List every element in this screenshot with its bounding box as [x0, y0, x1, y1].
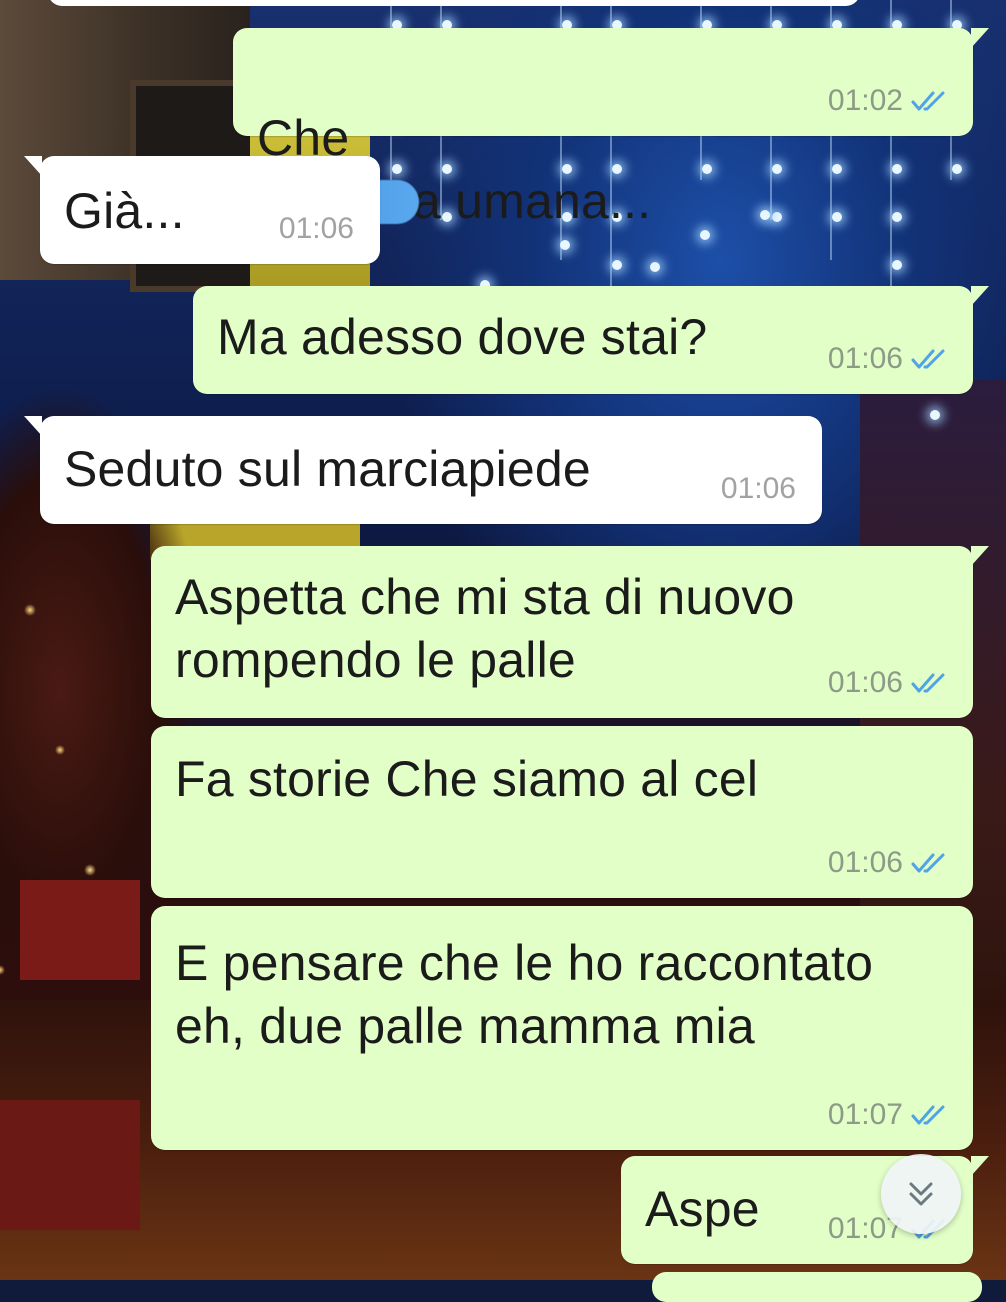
message-time: 01:07 — [827, 1098, 903, 1131]
message-bubble-outgoing[interactable]: Fa storie Che siamo al cel 01:06 — [151, 726, 973, 898]
message-time: 01:06 — [827, 342, 903, 375]
previous-message-bubble[interactable] — [48, 0, 860, 6]
message-meta: 01:06 — [828, 846, 947, 880]
double-check-read-icon — [911, 1105, 945, 1125]
message-bubble-outgoing[interactable]: Che a umana... 01:02 — [233, 28, 989, 229]
message-bubble-outgoing[interactable]: E pensare che le ho raccontato eh, due p… — [151, 906, 973, 1150]
message-meta: 01:02 — [828, 84, 947, 118]
light-bulb — [772, 164, 782, 174]
message-text: Ma adesso dove stai? — [217, 309, 708, 365]
message-time: 01:06 — [720, 472, 796, 505]
double-check-read-icon — [911, 673, 945, 693]
message-meta: 01:06 — [828, 666, 947, 700]
light-bulb — [650, 262, 660, 272]
message-meta: 01:07 — [828, 1098, 947, 1132]
message-time: 01:06 — [827, 846, 903, 879]
double-check-read-icon — [911, 349, 945, 369]
message-bubble-outgoing[interactable]: Ma adesso dove stai? 01:06 — [193, 286, 989, 394]
message-text: Aspetta che mi sta di nuovo rompendo le … — [175, 569, 795, 688]
next-message-bubble[interactable] — [652, 1272, 982, 1302]
message-text-part: a umana... — [413, 173, 652, 229]
message-text: Fa storie Che siamo al cel — [175, 751, 759, 807]
message-meta: 01:06 — [721, 472, 796, 506]
scroll-to-bottom-button[interactable] — [881, 1154, 961, 1234]
message-bubble-incoming[interactable]: Seduto sul marciapiede 01:06 — [24, 416, 822, 524]
light-bulb — [612, 260, 622, 270]
light-bulb — [832, 212, 842, 222]
light-bulb — [892, 260, 902, 270]
message-time: 01:06 — [827, 666, 903, 699]
message-meta: 01:06 — [828, 342, 947, 376]
light-bulb — [930, 410, 940, 420]
light-bulb — [892, 212, 902, 222]
message-text: E pensare che le ho raccontato eh, due p… — [175, 935, 874, 1054]
double-check-read-icon — [911, 91, 945, 111]
message-text: Aspe — [645, 1181, 760, 1237]
light-bulb — [832, 164, 842, 174]
light-bulb — [560, 240, 570, 250]
light-bulb — [892, 164, 902, 174]
light-bulb — [772, 212, 782, 222]
double-check-read-icon — [911, 853, 945, 873]
message-text: Seduto sul marciapiede — [64, 441, 591, 497]
message-time: 01:06 — [278, 212, 354, 245]
message-bubble-incoming[interactable]: Già... 01:06 — [24, 156, 380, 264]
message-meta: 01:06 — [279, 212, 354, 246]
light-bulb — [760, 210, 770, 220]
light-bulb — [700, 230, 710, 240]
message-text: Già... — [64, 183, 185, 239]
light-bulb — [952, 164, 962, 174]
double-chevron-down-icon — [909, 1182, 933, 1206]
light-bulb — [702, 164, 712, 174]
message-bubble-outgoing[interactable]: Aspetta che mi sta di nuovo rompendo le … — [151, 546, 989, 718]
message-time: 01:02 — [827, 84, 903, 117]
